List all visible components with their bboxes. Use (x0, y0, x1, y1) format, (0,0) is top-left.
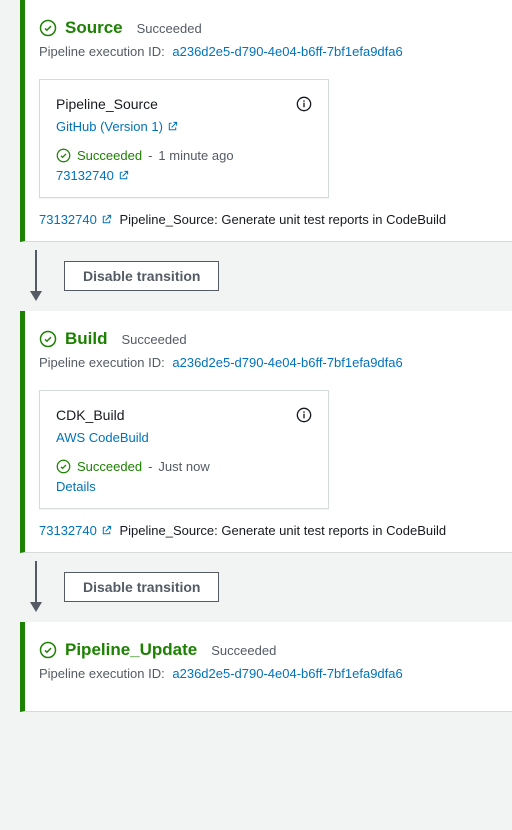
info-icon[interactable] (296, 407, 312, 423)
provider-text-build: AWS CodeBuild (56, 430, 149, 445)
commit-sha-source: 73132740 (56, 168, 114, 183)
exec-id-link[interactable]: a236d2e5-d790-4e04-b6ff-7bf1efa9dfa6 (172, 355, 402, 370)
transition-2: Disable transition (30, 553, 512, 622)
stage-pipeline-update-status: Succeeded (211, 643, 276, 658)
footer-commit-link-build[interactable]: 73132740 (39, 523, 112, 538)
arrow-down-icon (30, 561, 42, 612)
action-card-build: CDK_Build AWS CodeBuild Succeeded - Just… (39, 390, 329, 509)
external-link-icon (101, 525, 112, 536)
stage-build-status: Succeeded (122, 332, 187, 347)
action-name-build: CDK_Build (56, 407, 124, 423)
success-icon (56, 459, 71, 474)
success-icon (39, 641, 57, 659)
provider-link-source[interactable]: GitHub (Version 1) (56, 119, 178, 134)
stage-build-title: Build (65, 329, 108, 349)
success-icon (39, 19, 57, 37)
provider-text-source: GitHub (Version 1) (56, 119, 163, 134)
stage-pipeline-update-header: Pipeline_Update Succeeded (39, 640, 498, 660)
footer-msg-build: Pipeline_Source: Generate unit test repo… (119, 523, 446, 538)
stage-source: Source Succeeded Pipeline execution ID: … (20, 0, 512, 242)
exec-row-source: Pipeline execution ID: a236d2e5-d790-4e0… (39, 44, 498, 59)
transition-1: Disable transition (30, 242, 512, 311)
footer-commit-sha: 73132740 (39, 523, 97, 538)
exec-label: Pipeline execution ID: (39, 355, 165, 370)
exec-row-pipeline-update: Pipeline execution ID: a236d2e5-d790-4e0… (39, 666, 498, 681)
stage-source-title: Source (65, 18, 123, 38)
disable-transition-button-2[interactable]: Disable transition (64, 572, 219, 602)
details-link-build[interactable]: Details (56, 479, 96, 494)
external-link-icon (118, 170, 129, 181)
provider-link-build[interactable]: AWS CodeBuild (56, 430, 149, 445)
arrow-down-icon (30, 250, 42, 301)
external-link-icon (101, 214, 112, 225)
external-link-icon (167, 121, 178, 132)
stage-source-status: Succeeded (137, 21, 202, 36)
commit-link-source[interactable]: 73132740 (56, 168, 129, 183)
action-card-source: Pipeline_Source GitHub (Version 1) Succe… (39, 79, 329, 198)
action-status-text-build: Succeeded (77, 459, 142, 474)
exec-row-build: Pipeline execution ID: a236d2e5-d790-4e0… (39, 355, 498, 370)
exec-id-link[interactable]: a236d2e5-d790-4e04-b6ff-7bf1efa9dfa6 (172, 44, 402, 59)
action-status-row-source: Succeeded - 1 minute ago (56, 148, 312, 163)
stage-source-header: Source Succeeded (39, 18, 498, 38)
action-status-row-build: Succeeded - Just now (56, 459, 312, 474)
dash: - (148, 148, 152, 163)
action-time-build: Just now (158, 459, 209, 474)
success-icon (39, 330, 57, 348)
stage-build: Build Succeeded Pipeline execution ID: a… (20, 311, 512, 553)
stage-build-footer: 73132740 Pipeline_Source: Generate unit … (39, 523, 498, 538)
stage-pipeline-update-title: Pipeline_Update (65, 640, 197, 660)
stage-source-footer: 73132740 Pipeline_Source: Generate unit … (39, 212, 498, 227)
action-status-text-source: Succeeded (77, 148, 142, 163)
footer-msg-source: Pipeline_Source: Generate unit test repo… (119, 212, 446, 227)
footer-commit-link-source[interactable]: 73132740 (39, 212, 112, 227)
success-icon (56, 148, 71, 163)
info-icon[interactable] (296, 96, 312, 112)
stage-build-header: Build Succeeded (39, 329, 498, 349)
stage-pipeline-update: Pipeline_Update Succeeded Pipeline execu… (20, 622, 512, 712)
exec-label: Pipeline execution ID: (39, 666, 165, 681)
exec-id-link[interactable]: a236d2e5-d790-4e04-b6ff-7bf1efa9dfa6 (172, 666, 402, 681)
exec-label: Pipeline execution ID: (39, 44, 165, 59)
footer-commit-sha: 73132740 (39, 212, 97, 227)
disable-transition-button-1[interactable]: Disable transition (64, 261, 219, 291)
dash: - (148, 459, 152, 474)
action-name-source: Pipeline_Source (56, 96, 158, 112)
action-time-source: 1 minute ago (158, 148, 233, 163)
